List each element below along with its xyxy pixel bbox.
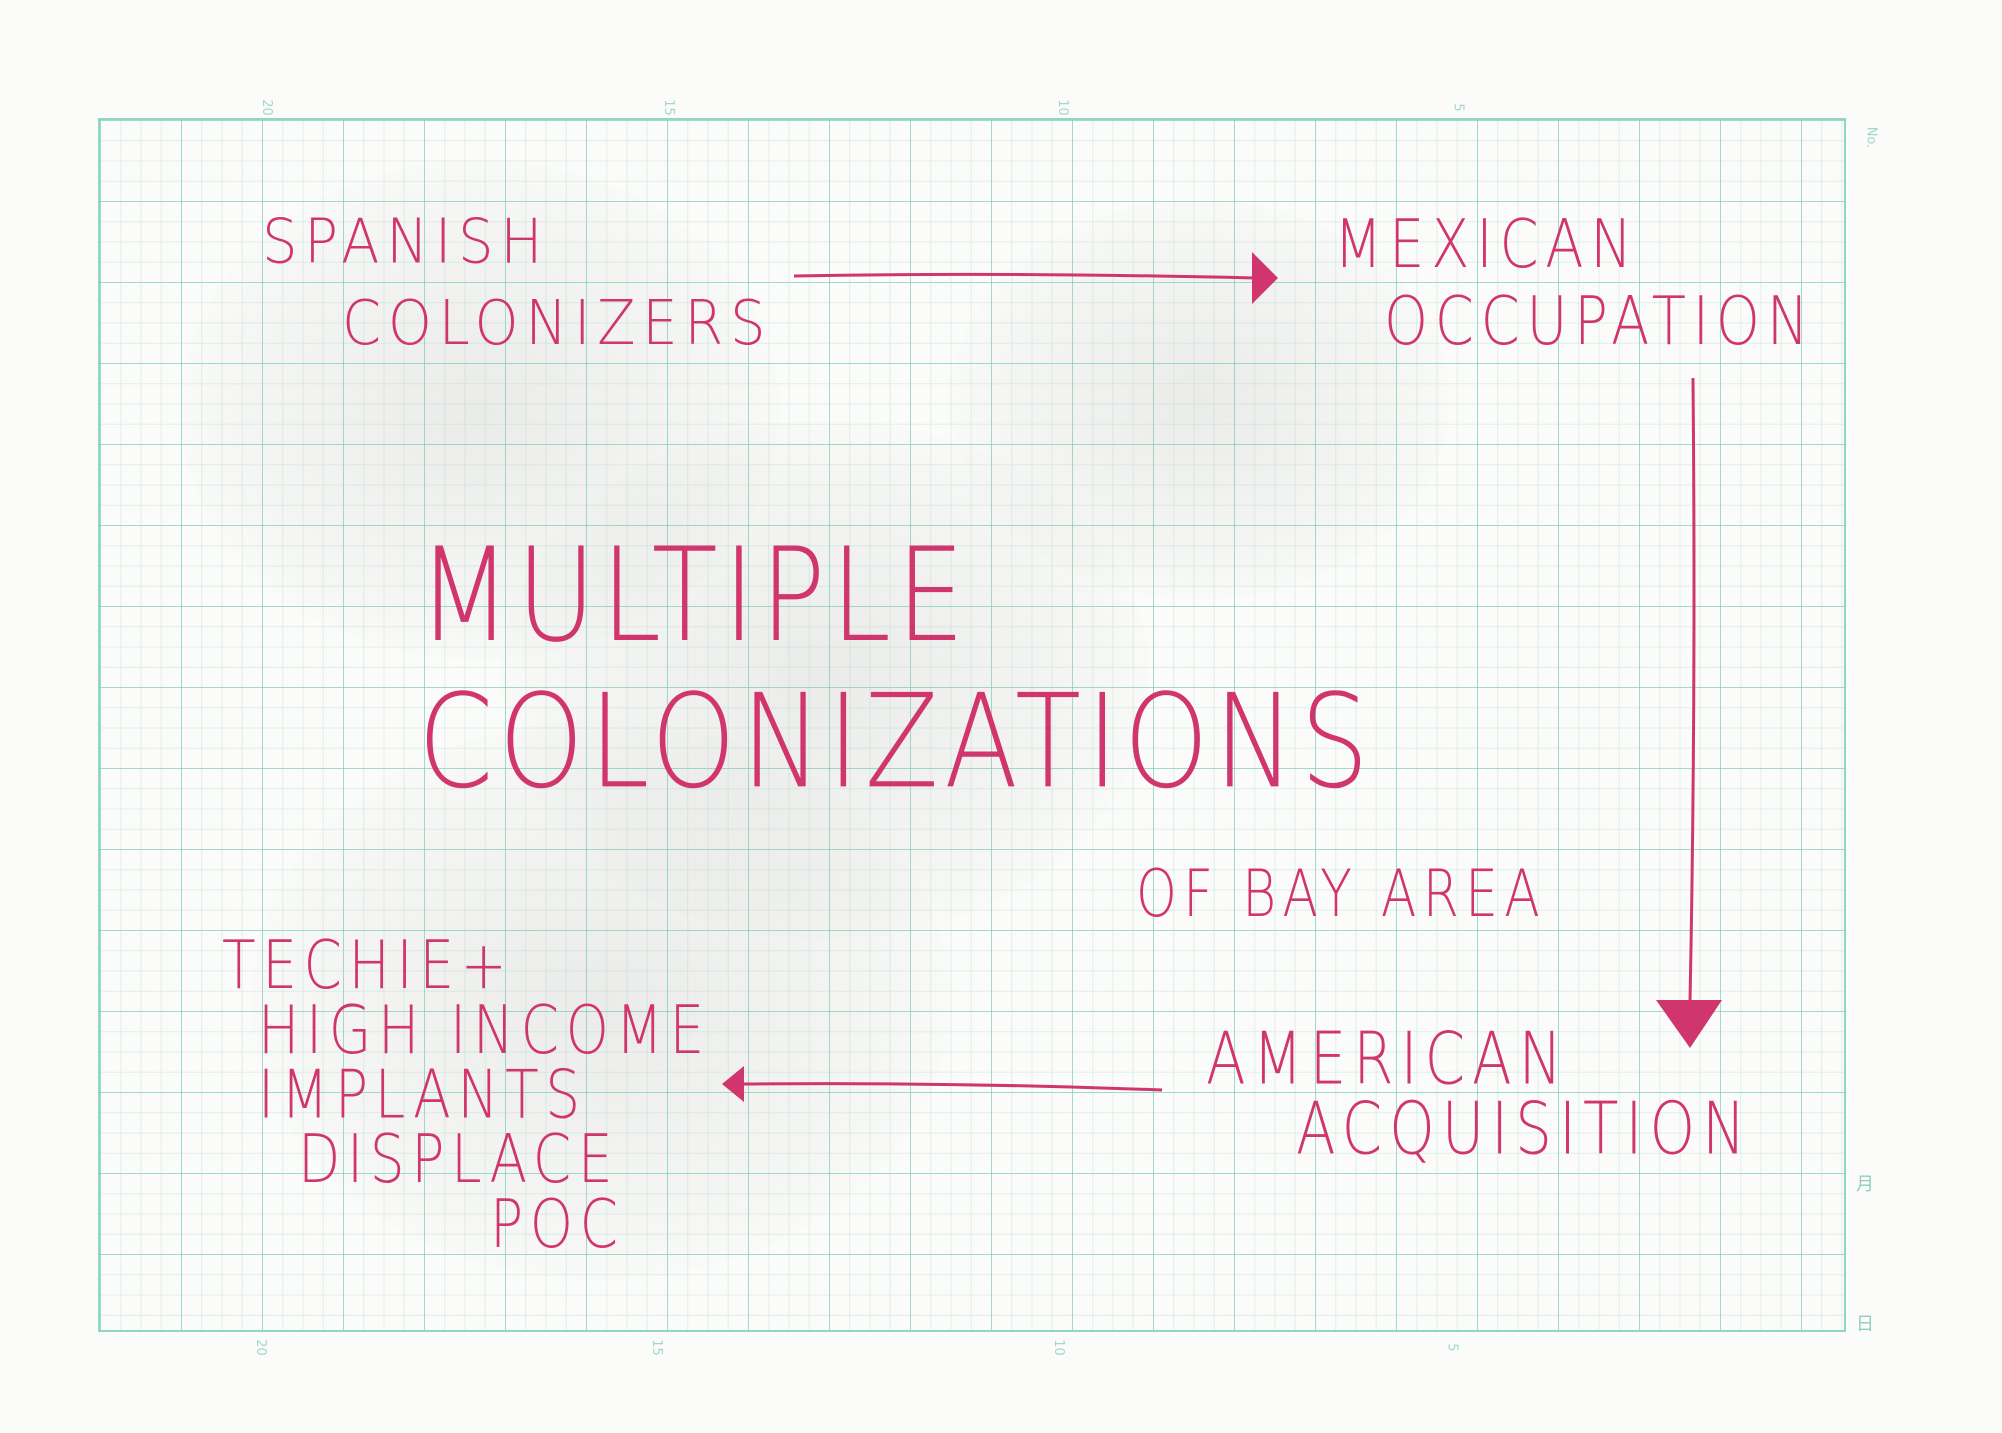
arrow-spanish-to-mexican bbox=[793, 252, 1278, 304]
arrow-mexican-to-american bbox=[1656, 377, 1722, 1048]
arrow-american-to-techie bbox=[722, 1066, 1163, 1102]
flow-arrows bbox=[722, 252, 1722, 1102]
